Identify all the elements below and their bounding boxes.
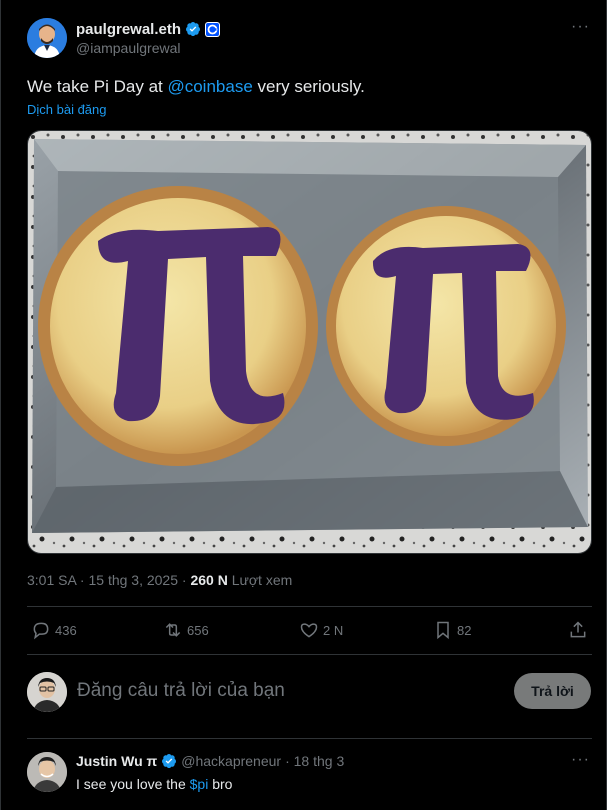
action-bar: 436 656 2 N 82 — [27, 620, 592, 642]
reply-more-options-icon[interactable]: ··· — [571, 752, 590, 768]
reply-action[interactable]: 436 — [31, 620, 77, 640]
tweet-text-before: We take Pi Day at — [27, 77, 168, 96]
bookmark-action[interactable]: 82 — [433, 620, 471, 640]
author-avatar[interactable] — [27, 18, 67, 58]
author-handle[interactable]: @iampaulgrewal — [76, 40, 180, 56]
pi-pies-image — [28, 131, 591, 553]
divider — [27, 738, 592, 739]
view-label: Lượt xem — [227, 572, 293, 588]
reply-icon — [33, 622, 49, 640]
share-icon — [570, 621, 586, 638]
like-action[interactable]: 2 N — [299, 620, 343, 640]
repost-action[interactable]: 656 — [163, 620, 209, 640]
mention-link[interactable]: @coinbase — [167, 77, 252, 96]
verified-badge-icon — [162, 754, 177, 768]
author-name-row: paulgrewal.eth — [76, 20, 221, 38]
share-action[interactable] — [568, 620, 588, 640]
tweet-photo[interactable] — [27, 130, 592, 554]
reply-text-before: I see you love the — [76, 776, 190, 792]
reply-header: Justin Wu π @hackapreneur · 18 thg 3 — [76, 753, 344, 769]
heart-icon — [300, 623, 318, 638]
reply-button[interactable]: Trả lời — [514, 673, 591, 709]
reply-display-name[interactable]: Justin Wu π — [76, 753, 157, 769]
tweet-time[interactable]: 3:01 SA · 15 thg 3, 2025 · — [27, 572, 190, 588]
tweet-text-after: very seriously. — [252, 77, 365, 96]
tweet-timestamp[interactable]: 3:01 SA · 15 thg 3, 2025 · 260 N Lượt xe… — [27, 572, 292, 588]
bookmark-count: 82 — [457, 622, 472, 638]
tweet-column: paulgrewal.eth @iampaulgrewal ··· We tak… — [0, 0, 607, 810]
divider — [27, 654, 592, 655]
bookmark-icon — [437, 621, 449, 640]
cashtag-link[interactable]: $pi — [190, 776, 209, 792]
author-display-name[interactable]: paulgrewal.eth — [76, 21, 181, 38]
reply-author-avatar[interactable] — [27, 752, 67, 792]
more-options-icon[interactable]: ··· — [571, 19, 590, 35]
divider — [27, 606, 592, 607]
tweet-text: We take Pi Day at @coinbase very serious… — [27, 76, 365, 98]
view-count: 260 N — [190, 572, 228, 588]
current-user-avatar[interactable] — [27, 672, 67, 712]
reply-date[interactable]: · 18 thg 3 — [285, 753, 344, 769]
reply-handle[interactable]: @hackapreneur — [181, 753, 281, 769]
translate-post-link[interactable]: Dịch bài đăng — [27, 102, 107, 117]
repost-icon — [165, 623, 181, 637]
reply-composer-input[interactable]: Đăng câu trả lời của bạn — [77, 680, 285, 702]
like-count: 2 N — [323, 622, 344, 638]
verified-badge-icon — [186, 22, 201, 36]
repost-count: 656 — [187, 622, 209, 638]
reply-text-after: bro — [208, 776, 233, 792]
reply-count: 436 — [55, 622, 77, 638]
coinbase-affiliate-icon[interactable] — [205, 21, 221, 37]
reply-text: I see you love the $pi bro — [76, 776, 232, 792]
